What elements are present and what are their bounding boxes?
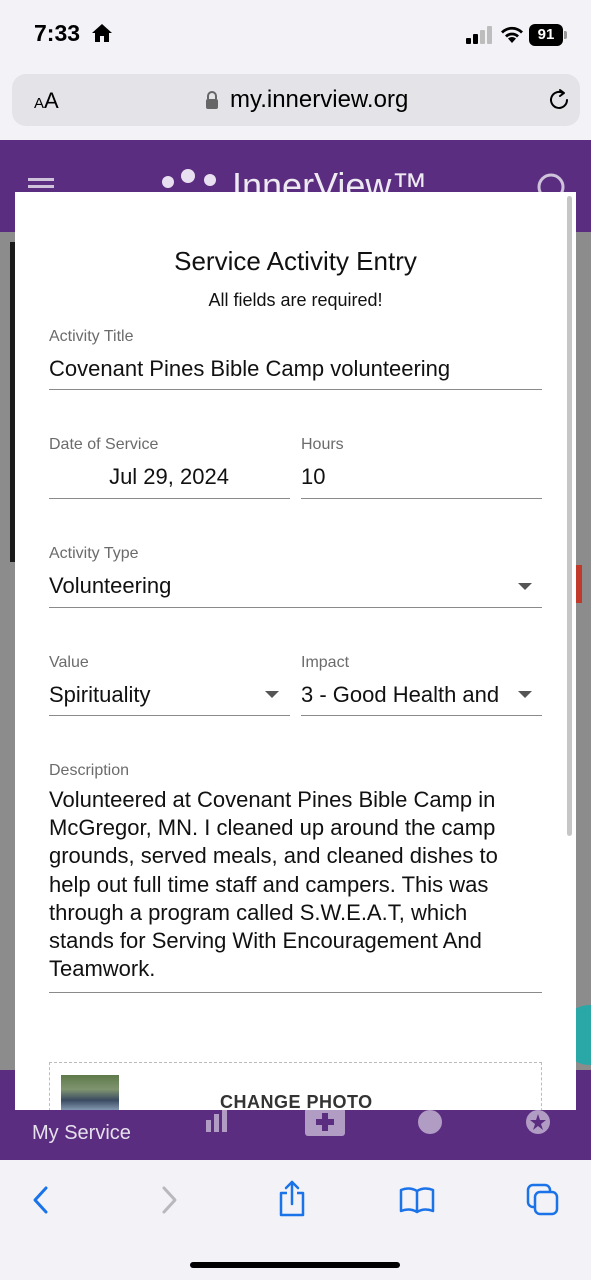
background-accent-edge <box>576 565 582 603</box>
service-activity-modal: Service Activity Entry All fields are re… <box>15 192 576 1110</box>
lock-icon <box>206 91 218 109</box>
tabs-icon[interactable] <box>526 1183 560 1217</box>
hours-input[interactable]: 10 <box>301 464 541 490</box>
value-select[interactable]: Spirituality <box>49 682 249 708</box>
browser-address-area: AA my.innerview.org <box>0 70 591 140</box>
stats-icon[interactable] <box>205 1110 229 1132</box>
forward-icon[interactable] <box>158 1185 180 1215</box>
battery-icon: 91 <box>529 24 569 46</box>
impact-underline <box>301 715 542 716</box>
description-underline <box>49 992 542 993</box>
share-icon[interactable] <box>277 1180 307 1218</box>
address-bar[interactable]: AA my.innerview.org <box>12 74 580 126</box>
activity-type-select[interactable]: Volunteering <box>49 573 499 599</box>
date-of-service-input[interactable]: Jul 29, 2024 <box>49 464 289 490</box>
modal-scrollbar[interactable] <box>567 196 572 836</box>
date-of-service-underline <box>49 498 290 499</box>
reader-settings-button[interactable]: AA <box>34 88 59 114</box>
activity-type-dropdown-icon[interactable] <box>518 583 532 590</box>
description-textarea[interactable]: Volunteered at Covenant Pines Bible Camp… <box>49 786 529 983</box>
url-text[interactable]: my.innerview.org <box>230 86 408 114</box>
status-time: 7:33 <box>34 20 81 46</box>
star-badge-icon[interactable] <box>524 1108 552 1136</box>
impact-dropdown-icon[interactable] <box>518 691 532 698</box>
activity-type-label: Activity Type <box>49 545 139 562</box>
form-subtitle: All fields are required! <box>208 290 383 310</box>
status-bar: 7:33 91 <box>0 0 591 70</box>
globe-icon[interactable] <box>416 1108 444 1136</box>
change-photo-button[interactable]: CHANGE PHOTO <box>220 1092 373 1110</box>
form-title: Service Activity Entry <box>174 246 417 276</box>
bookmarks-icon[interactable] <box>399 1186 435 1214</box>
description-label: Description <box>49 762 130 779</box>
battery-level: 91 <box>529 24 563 46</box>
activity-title-label: Activity Title <box>49 328 134 345</box>
home-icon <box>92 24 112 42</box>
add-entry-icon[interactable] <box>305 1108 345 1136</box>
activity-type-underline <box>49 607 542 608</box>
reload-icon[interactable] <box>547 88 571 112</box>
nav-my-service-label[interactable]: My Service <box>32 1122 131 1145</box>
hours-underline <box>301 498 542 499</box>
impact-select[interactable]: 3 - Good Health and <box>301 682 505 708</box>
wifi-icon <box>501 26 523 43</box>
hours-label: Hours <box>301 436 344 453</box>
back-icon[interactable] <box>30 1185 52 1215</box>
signal-icon <box>466 26 492 44</box>
value-underline <box>49 715 290 716</box>
activity-photo-thumbnail <box>61 1075 119 1110</box>
activity-title-input[interactable]: Covenant Pines Bible Camp volunteering <box>49 356 541 382</box>
date-of-service-label: Date of Service <box>49 436 159 453</box>
impact-label: Impact <box>301 654 350 671</box>
value-dropdown-icon[interactable] <box>265 691 279 698</box>
home-indicator <box>190 1262 400 1268</box>
activity-title-underline <box>49 389 542 390</box>
value-label: Value <box>49 654 89 671</box>
